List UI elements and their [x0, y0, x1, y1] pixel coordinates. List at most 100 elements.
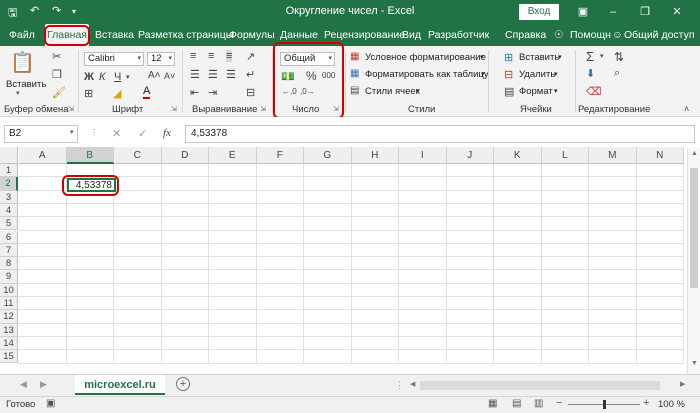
column-header-m[interactable]: M — [589, 147, 637, 164]
autosum-icon[interactable]: Σ — [586, 49, 594, 64]
zoom-slider-thumb[interactable] — [603, 400, 606, 409]
close-icon[interactable]: ✕ — [668, 3, 686, 21]
sheet-tab-active[interactable]: microexcel.ru — [75, 375, 165, 395]
row-header-10[interactable]: 10 — [0, 283, 18, 297]
delete-cells-button[interactable]: Удалить — [519, 69, 555, 80]
scroll-right-icon[interactable]: ▶ — [680, 380, 685, 388]
decrease-indent-icon[interactable]: ⇤ — [190, 86, 199, 99]
macro-record-icon[interactable]: ▣ — [46, 398, 55, 409]
row-header-3[interactable]: 3 — [0, 190, 18, 204]
add-sheet-icon[interactable]: + — [176, 377, 190, 391]
scroll-up-icon[interactable]: ▲ — [691, 150, 698, 157]
align-right-icon[interactable]: ☰ — [226, 68, 236, 81]
column-header-l[interactable]: L — [541, 147, 589, 164]
zoom-out-icon[interactable]: − — [556, 397, 562, 409]
name-box[interactable]: B2 — [4, 125, 78, 143]
cancel-icon[interactable]: ✕ — [112, 127, 121, 140]
page-break-view-icon[interactable]: ▥ — [534, 398, 543, 409]
scroll-left-icon[interactable]: ◀ — [410, 380, 415, 388]
font-name-combo[interactable]: Calibri ▾ — [84, 52, 144, 66]
align-left-icon[interactable]: ☰ — [190, 68, 200, 81]
tab-developer[interactable]: Разработчик — [428, 24, 489, 46]
merge-center-icon[interactable]: ⊟ — [246, 86, 255, 99]
autosum-dropdown-icon[interactable]: ▾ — [600, 52, 604, 60]
page-layout-view-icon[interactable]: ▤ — [512, 398, 521, 409]
paste-button[interactable]: Вставить — [6, 79, 46, 90]
share-button[interactable]: Общий доступ — [624, 24, 695, 46]
clipboard-launcher-icon[interactable]: ⇲ — [68, 105, 74, 113]
format-cells-button[interactable]: Формат — [519, 86, 553, 97]
vertical-scrollbar[interactable]: ▲ ▼ — [687, 148, 700, 374]
minimize-icon[interactable]: – — [604, 3, 622, 21]
tab-insert[interactable]: Вставка — [95, 24, 134, 46]
clear-icon[interactable]: ⌫ — [586, 85, 602, 98]
italic-icon[interactable]: К — [99, 71, 105, 83]
tab-formulas[interactable]: Формулы — [229, 24, 275, 46]
format-painter-icon[interactable]: 🖌 — [52, 86, 66, 99]
find-select-icon[interactable]: ⌕ — [614, 67, 620, 80]
row-header-4[interactable]: 4 — [0, 203, 18, 218]
row-header-2[interactable]: 2 — [0, 177, 18, 191]
align-top-icon[interactable]: ≡ — [190, 50, 196, 62]
alignment-launcher-icon[interactable]: ⇲ — [260, 105, 266, 113]
underline-icon[interactable]: Ч — [114, 71, 121, 83]
zoom-in-icon[interactable]: + — [643, 397, 649, 409]
login-button[interactable]: Вход — [519, 4, 559, 20]
column-header-g[interactable]: G — [304, 147, 352, 164]
increase-indent-icon[interactable]: ⇥ — [208, 86, 217, 99]
column-header-d[interactable]: D — [161, 147, 209, 164]
align-bottom-icon[interactable]: ≡ — [226, 50, 233, 62]
row-header-12[interactable]: 12 — [0, 310, 18, 324]
zoom-level[interactable]: 100 % — [658, 399, 685, 410]
column-header-f[interactable]: F — [256, 147, 304, 164]
enter-icon[interactable]: ✓ — [138, 127, 147, 140]
format-as-table-button[interactable]: Форматировать как таблицу — [365, 69, 489, 80]
column-header-h[interactable]: H — [351, 147, 399, 164]
restore-icon[interactable]: ❐ — [636, 3, 654, 21]
row-header-15[interactable]: 15 — [0, 350, 18, 364]
insert-function-icon[interactable]: fx — [163, 127, 171, 139]
row-header-1[interactable]: 1 — [0, 164, 18, 178]
font-color-icon[interactable]: A — [143, 86, 151, 99]
column-header-b[interactable]: B — [66, 147, 114, 164]
font-launcher-icon[interactable]: ⇲ — [171, 105, 177, 113]
conditional-formatting-button[interactable]: Условное форматирование — [365, 52, 486, 63]
column-header-j[interactable]: J — [446, 147, 494, 164]
cut-icon[interactable]: ✂ — [52, 50, 61, 63]
chevron-down-icon[interactable]: ▾ — [70, 128, 74, 136]
column-header-k[interactable]: K — [494, 147, 542, 164]
row-header-8[interactable]: 8 — [0, 257, 18, 271]
next-sheet-icon[interactable]: ▶ — [40, 379, 47, 390]
align-middle-icon[interactable]: ≡ — [208, 50, 214, 62]
row-header-5[interactable]: 5 — [0, 217, 18, 231]
align-center-icon[interactable]: ☰ — [208, 68, 218, 81]
fill-icon[interactable]: ⬇ — [586, 67, 595, 80]
column-header-i[interactable]: I — [399, 147, 447, 164]
tell-me-button[interactable]: Помощн — [570, 24, 611, 46]
paste-icon[interactable]: 📋 — [10, 50, 35, 76]
row-header-13[interactable]: 13 — [0, 323, 18, 337]
ribbon-display-icon[interactable]: ▣ — [574, 3, 592, 21]
underline-dropdown-icon[interactable]: ▾ — [126, 73, 130, 81]
tab-help[interactable]: Справка — [505, 24, 546, 46]
prev-sheet-icon[interactable]: ◀ — [20, 379, 27, 390]
select-all-button[interactable] — [0, 147, 18, 164]
tab-view[interactable]: Вид — [402, 24, 421, 46]
collapse-ribbon-icon[interactable]: ˄ — [684, 104, 689, 114]
scroll-down-icon[interactable]: ▼ — [691, 360, 698, 367]
scrollbar-thumb[interactable] — [690, 168, 698, 288]
orientation-icon[interactable]: ↗ — [246, 50, 255, 63]
cell-styles-button[interactable]: Стили ячеек — [365, 86, 420, 97]
row-header-7[interactable]: 7 — [0, 243, 18, 258]
column-header-c[interactable]: C — [114, 147, 162, 164]
font-size-combo[interactable]: 12 ▾ — [147, 52, 175, 66]
row-header-11[interactable]: 11 — [0, 297, 18, 311]
fill-color-icon[interactable]: ◢ — [113, 87, 121, 100]
paste-dropdown-icon[interactable]: ▾ — [16, 89, 20, 97]
column-header-e[interactable]: E — [209, 147, 257, 164]
bold-icon[interactable]: Ж — [84, 71, 94, 83]
column-header-n[interactable]: N — [636, 147, 684, 164]
row-header-6[interactable]: 6 — [0, 230, 18, 244]
decrease-font-icon[interactable]: A˅ — [164, 71, 175, 81]
sort-filter-icon[interactable]: ⇅ — [614, 50, 624, 64]
